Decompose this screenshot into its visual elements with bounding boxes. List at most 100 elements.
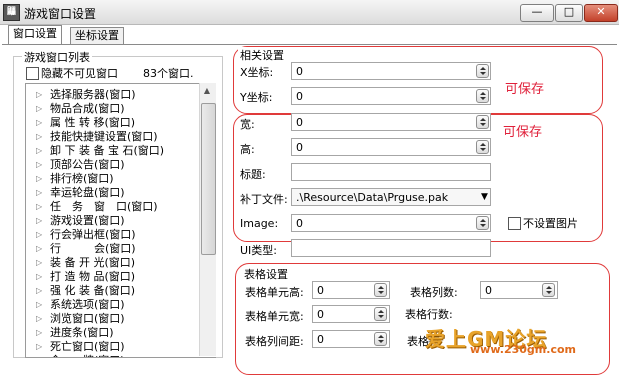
expand-arrow-icon[interactable]: ▷: [36, 186, 42, 200]
tree-item[interactable]: ▷ 装 备 开 光(窗口): [26, 256, 164, 270]
window-tree[interactable]: ▷ 选择服务器(窗口) ▷ 物品合成(窗口) ▷ 属 性 转 移(窗口) ▷ 技能快捷键设置(…: [25, 83, 216, 358]
image-spin-arrows-icon[interactable]: [476, 216, 489, 230]
no-image-checkbox[interactable]: [508, 217, 521, 230]
width-spin-arrows-icon[interactable]: [476, 115, 489, 129]
expand-arrow-icon[interactable]: ▷: [36, 340, 42, 354]
tree-item[interactable]: ▷ 打 造 物 品(窗口): [26, 270, 164, 284]
tree-item-label: 行 会(窗口): [50, 242, 136, 255]
patch-file-label: 补丁文件:: [240, 193, 288, 206]
ui-type-input[interactable]: [291, 239, 491, 257]
y-spin-arrows-icon[interactable]: [476, 89, 489, 103]
savable-note-position: 可保存: [505, 82, 545, 97]
expand-arrow-icon[interactable]: ▷: [36, 144, 42, 158]
columns-spin-arrows-icon[interactable]: [542, 283, 555, 297]
width-input[interactable]: 0: [291, 113, 491, 131]
tree-item-label: 选择服务器(窗口): [50, 88, 136, 101]
expand-arrow-icon[interactable]: ▷: [36, 158, 42, 172]
height-input[interactable]: 0: [291, 138, 491, 156]
image-input[interactable]: 0: [291, 214, 491, 232]
tree-item[interactable]: ▷ 死亡窗口(窗口): [26, 340, 164, 354]
position-group-title: 相关设置: [238, 47, 286, 63]
x-spin-arrows-icon[interactable]: [476, 64, 489, 78]
rows-label: 表格行数:: [405, 308, 453, 321]
expand-arrow-icon[interactable]: ▷: [36, 284, 42, 298]
tree-item[interactable]: ▷ 浏览窗口(窗口): [26, 312, 164, 326]
tree-item-label: 顶部公告(窗口): [50, 158, 125, 171]
tree-item[interactable]: ▷ 行会弹出框(窗口): [26, 228, 164, 242]
width-label: 宽:: [240, 118, 255, 131]
tree-item[interactable]: ▷ 排行榜(窗口): [26, 172, 164, 186]
columns-label: 表格列数:: [410, 286, 458, 299]
ui-type-label: UI类型:: [240, 244, 278, 257]
column-gap-spin-arrows-icon[interactable]: [374, 332, 387, 346]
window-title: 游戏窗口设置: [24, 7, 97, 21]
expand-arrow-icon[interactable]: ▷: [36, 326, 42, 340]
expand-arrow-icon[interactable]: ▷: [36, 312, 42, 326]
tree-item[interactable]: ▷ 令 牌(窗口): [26, 354, 164, 357]
expand-arrow-icon[interactable]: ▷: [36, 228, 42, 242]
tree-item[interactable]: ▷ 幸运轮盘(窗口): [26, 186, 164, 200]
tree-item[interactable]: ▷ 物品合成(窗口): [26, 102, 164, 116]
expand-arrow-icon[interactable]: ▷: [36, 116, 42, 130]
expand-arrow-icon[interactable]: ▷: [36, 242, 42, 256]
expand-arrow-icon[interactable]: ▷: [36, 256, 42, 270]
hide-invisible-checkbox[interactable]: [26, 67, 39, 80]
tree-item-label: 幸运轮盘(窗口): [50, 186, 125, 199]
table-group-title: 表格设置: [242, 266, 290, 282]
tree-item[interactable]: ▷ 选择服务器(窗口): [26, 88, 164, 102]
caption-label: 标题:: [240, 168, 266, 181]
tree-item[interactable]: ▷ 技能快捷键设置(窗口): [26, 130, 164, 144]
tree-item[interactable]: ▷ 卸 下 装 备 宝 石(窗口): [26, 144, 164, 158]
close-button[interactable]: ✕: [584, 4, 618, 22]
expand-arrow-icon[interactable]: ▷: [36, 298, 42, 312]
expand-arrow-icon[interactable]: ▷: [36, 354, 42, 357]
tree-item-label: 任 务 窗 口(窗口): [50, 200, 158, 213]
tree-item-label: 死亡窗口(窗口): [50, 340, 125, 353]
chevron-down-icon[interactable]: ▼: [481, 192, 488, 202]
expand-arrow-icon[interactable]: ▷: [36, 102, 42, 116]
x-label: X坐标:: [240, 66, 274, 79]
tree-item-label: 打 造 物 品(窗口): [50, 270, 136, 283]
hide-invisible-label[interactable]: 隐藏不可见窗口: [41, 65, 118, 81]
tree-item-label: 进度条(窗口): [50, 326, 114, 339]
tree-item[interactable]: ▷ 游戏设置(窗口): [26, 214, 164, 228]
window-list-group-title: 游戏窗口列表: [22, 49, 92, 65]
expand-arrow-icon[interactable]: ▷: [36, 200, 42, 214]
tree-item[interactable]: ▷ 强 化 装 备(窗口): [26, 284, 164, 298]
tree-item-label: 装 备 开 光(窗口): [50, 256, 136, 269]
tree-item[interactable]: ▷ 系统选项(窗口): [26, 298, 164, 312]
tree-item[interactable]: ▷ 属 性 转 移(窗口): [26, 116, 164, 130]
cell-width-spin-arrows-icon[interactable]: [374, 307, 387, 321]
window-count-label: 83个窗口.: [143, 67, 194, 80]
cell-height-label: 表格单元高:: [245, 286, 304, 299]
expand-arrow-icon[interactable]: ▷: [36, 214, 42, 228]
tree-item[interactable]: ▷ 任 务 窗 口(窗口): [26, 200, 164, 214]
expand-arrow-icon[interactable]: ▷: [36, 172, 42, 186]
x-input[interactable]: 0: [291, 62, 491, 80]
scroll-thumb[interactable]: [201, 103, 216, 255]
tree-item-label: 浏览窗口(窗口): [50, 312, 125, 325]
tab-coordinate-settings[interactable]: 坐标设置: [70, 27, 124, 44]
tree-item-label: 强 化 装 备(窗口): [50, 284, 136, 297]
height-spin-arrows-icon[interactable]: [476, 140, 489, 154]
expand-arrow-icon[interactable]: ▷: [36, 270, 42, 284]
expand-arrow-icon[interactable]: ▷: [36, 88, 42, 102]
column-gap-label: 表格列间距:: [245, 335, 304, 348]
expand-arrow-icon[interactable]: ▷: [36, 130, 42, 144]
tree-item[interactable]: ▷ 进度条(窗口): [26, 326, 164, 340]
tree-item-label: 令 牌(窗口): [50, 354, 125, 357]
tree-item[interactable]: ▷ 行 会(窗口): [26, 242, 164, 256]
scroll-up-arrow-icon[interactable]: ▲: [200, 84, 214, 98]
y-input[interactable]: 0: [291, 87, 491, 105]
caption-input[interactable]: [291, 163, 491, 181]
tree-item[interactable]: ▷ 顶部公告(窗口): [26, 158, 164, 172]
tree-item-label: 游戏设置(窗口): [50, 214, 125, 227]
no-image-label[interactable]: 不设置图片: [523, 215, 578, 231]
cell-height-spin-arrows-icon[interactable]: [374, 283, 387, 297]
tree-items-container: ▷ 选择服务器(窗口) ▷ 物品合成(窗口) ▷ 属 性 转 移(窗口) ▷ 技能快捷键设置(…: [26, 88, 164, 357]
patch-file-select[interactable]: .\Resource\Data\Prguse.pak: [291, 188, 491, 206]
tree-item-label: 技能快捷键设置(窗口): [50, 130, 158, 143]
maximize-button[interactable]: □: [555, 4, 583, 22]
minimize-button[interactable]: —: [520, 4, 554, 22]
tab-window-settings[interactable]: 窗口设置: [8, 25, 62, 44]
